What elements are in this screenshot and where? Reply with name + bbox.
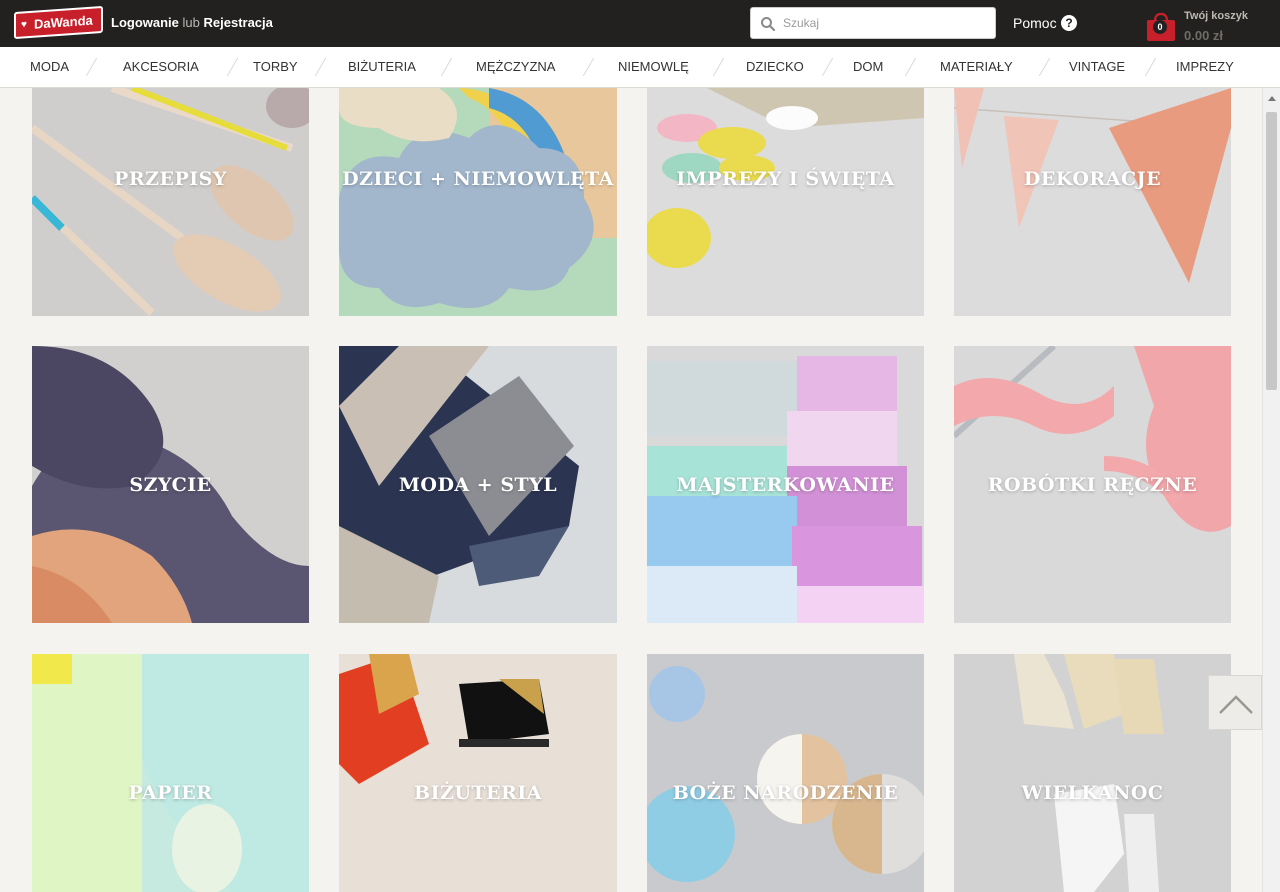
chevron-up-icon (1219, 695, 1253, 714)
nav-item-vintage[interactable]: VINTAGE (1069, 59, 1125, 74)
nav-divider (85, 58, 98, 76)
nav-divider (314, 58, 327, 76)
scroll-to-top-button[interactable] (1208, 675, 1262, 730)
category-nav: MODA AKCESORIA TORBY BIŻUTERIA MĘŻCZYZNA… (0, 47, 1280, 88)
register-link[interactable]: Rejestracja (204, 15, 273, 30)
category-tile-boze-narodzenie[interactable]: BOŻE NARODZENIE (647, 654, 924, 892)
nav-divider (904, 58, 917, 76)
cart-total: 0.00 zł (1184, 28, 1224, 43)
nav-divider (582, 58, 595, 76)
category-tile-dzieci-niemowleta[interactable]: DZIECI + NIEMOWLĘTA (339, 88, 617, 316)
category-tile-wielkanoc[interactable]: WIELKANOC (954, 654, 1231, 892)
nav-item-bizuteria[interactable]: BIŻUTERIA (348, 59, 416, 74)
nav-divider (821, 58, 834, 76)
category-label: MODA + STYL (398, 474, 558, 496)
scrollbar-thumb[interactable] (1266, 112, 1277, 390)
category-tile-przepisy[interactable]: PRZEPISY (32, 88, 309, 316)
wooden-spoons-image (32, 88, 309, 316)
category-tile-dekoracje[interactable]: DEKORACJE (954, 88, 1231, 316)
help-question-icon[interactable]: ? (1061, 15, 1077, 31)
cloud-image (339, 88, 617, 316)
nav-item-moda[interactable]: MODA (30, 59, 69, 74)
category-label: IMPREZY I ŚWIĘTA (676, 168, 895, 190)
bunting-image (954, 88, 1231, 316)
account-links: Logowanie lub Rejestracja (111, 15, 273, 30)
nav-item-akcesoria[interactable]: AKCESORIA (123, 59, 199, 74)
nav-item-imprezy[interactable]: IMPREZY (1176, 59, 1234, 74)
nav-item-mezczyzna[interactable]: MĘŻCZYZNA (476, 59, 555, 74)
scroll-up-arrow-icon[interactable] (1268, 96, 1276, 101)
nav-divider (1144, 58, 1157, 76)
category-tile-papier[interactable]: PAPIER (32, 654, 309, 892)
confetti-image (647, 88, 924, 316)
cart-label[interactable]: Twój koszyk (1184, 10, 1248, 22)
nav-item-dziecko[interactable]: DZIECKO (746, 59, 804, 74)
category-label: BIŻUTERIA (414, 782, 542, 804)
help-link[interactable]: Pomoc (1013, 15, 1057, 31)
nav-item-niemowle[interactable]: NIEMOWLĘ (618, 59, 689, 74)
rings-image (339, 654, 617, 892)
category-tile-majsterkowanie[interactable]: MAJSTERKOWANIE (647, 346, 924, 623)
category-tile-moda-styl[interactable]: MODA + STYL (339, 346, 617, 623)
search-box[interactable] (750, 7, 996, 39)
category-tile-bizuteria[interactable]: BIŻUTERIA (339, 654, 617, 892)
category-label: SZYCIE (129, 474, 212, 496)
category-label: DEKORACJE (1023, 168, 1162, 190)
yarn-balls-image (647, 654, 924, 892)
category-label: ROBÓTKI RĘCZNE (987, 474, 1198, 496)
category-label: PRZEPISY (114, 168, 227, 190)
category-label: WIELKANOC (1021, 782, 1164, 804)
category-label: BOŻE NARODZENIE (672, 782, 899, 804)
category-label: DZIECI + NIEMOWLĘTA (342, 168, 614, 190)
search-icon (761, 17, 776, 32)
nav-item-dom[interactable]: DOM (853, 59, 883, 74)
category-tile-robotki-reczne[interactable]: ROBÓTKI RĘCZNE (954, 346, 1231, 623)
nav-divider (226, 58, 239, 76)
category-tile-imprezy-swieta[interactable]: IMPREZY I ŚWIĘTA (647, 88, 924, 316)
bunny-figures-image (954, 654, 1231, 892)
category-tile-szycie[interactable]: SZYCIE (32, 346, 309, 623)
logo-text: DaWanda (34, 12, 93, 32)
dawanda-logo[interactable]: ♥ DaWanda (14, 5, 103, 40)
nav-divider (712, 58, 725, 76)
nav-divider (440, 58, 453, 76)
or-text: lub (182, 15, 200, 30)
top-bar: ♥ DaWanda Logowanie lub Rejestracja Pomo… (0, 0, 1280, 47)
search-input[interactable] (783, 12, 983, 34)
nav-item-torby[interactable]: TORBY (253, 59, 298, 74)
nav-divider (1038, 58, 1051, 76)
category-label: MAJSTERKOWANIE (676, 474, 895, 496)
wrapping-paper-image (32, 654, 309, 892)
nav-item-materialy[interactable]: MATERIAŁY (940, 59, 1013, 74)
category-label: PAPIER (128, 782, 213, 804)
page-scrollbar[interactable] (1262, 88, 1280, 892)
heart-icon: ♥ (21, 19, 27, 31)
login-link[interactable]: Logowanie (111, 15, 179, 30)
cart-count-badge: 0 (1153, 20, 1167, 34)
